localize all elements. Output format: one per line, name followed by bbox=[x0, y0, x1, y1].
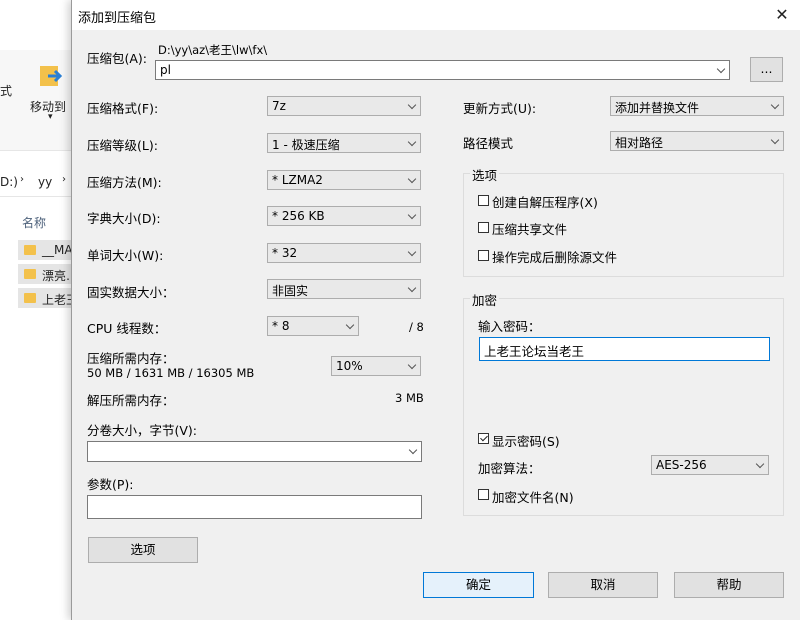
cpu-value: * 8 bbox=[272, 319, 290, 333]
chevron-down-icon bbox=[345, 320, 355, 330]
method-label: 压缩方法(M): bbox=[87, 175, 162, 190]
folder-icon bbox=[24, 293, 36, 303]
password-value: 上老王论坛当老王 bbox=[484, 344, 585, 359]
archive-path: D:\yy\az\老王\lw\fx\ bbox=[158, 43, 268, 57]
archive-label: 压缩包(A): bbox=[87, 51, 148, 66]
update-label: 更新方式(U): bbox=[463, 101, 537, 116]
shared-files-label[interactable]: 压缩共享文件 bbox=[492, 219, 567, 238]
close-icon[interactable]: ✕ bbox=[770, 3, 794, 27]
dict-select[interactable]: * 256 KB bbox=[267, 206, 421, 226]
chevron-down-icon bbox=[770, 135, 780, 145]
dict-value: * 256 KB bbox=[272, 209, 325, 223]
archive-name-value: pl bbox=[160, 63, 171, 77]
sfx-label[interactable]: 创建自解压程序(X) bbox=[492, 192, 598, 211]
add-to-archive-dialog: 添加到压缩包 ✕ 压缩包(A): D:\yy\az\老王\lw\fx\ pl .… bbox=[71, 0, 800, 620]
mem-decompress-label: 解压所需内存： bbox=[87, 393, 175, 408]
title-bar[interactable]: 添加到压缩包 ✕ bbox=[72, 0, 800, 30]
mem-percent-value: 10% bbox=[336, 359, 363, 373]
delete-source-checkbox[interactable] bbox=[478, 250, 489, 261]
path-mode-select[interactable]: 相对路径 bbox=[610, 131, 784, 151]
chevron-down-icon[interactable] bbox=[716, 64, 726, 74]
params-label: 参数(P): bbox=[87, 477, 134, 492]
format-value: 7z bbox=[272, 99, 286, 113]
delete-source-label[interactable]: 操作完成后删除源文件 bbox=[492, 247, 617, 266]
volume-size-combo[interactable] bbox=[87, 441, 422, 462]
mem-percent-select[interactable]: 10% bbox=[331, 356, 421, 376]
folder-icon bbox=[24, 269, 36, 279]
password-label: 输入密码： bbox=[478, 319, 541, 334]
dialog-title: 添加到压缩包 bbox=[78, 11, 157, 26]
password-input[interactable]: 上老王论坛当老王 bbox=[479, 337, 770, 361]
sfx-checkbox[interactable] bbox=[478, 195, 489, 206]
path-mode-value: 相对路径 bbox=[615, 136, 664, 150]
format-select[interactable]: 7z bbox=[267, 96, 421, 116]
encrypt-names-checkbox[interactable] bbox=[478, 489, 489, 500]
mem-compress-detail: 50 MB / 1631 MB / 16305 MB bbox=[87, 366, 255, 380]
method-value: * LZMA2 bbox=[272, 173, 323, 187]
chevron-down-icon[interactable] bbox=[408, 445, 418, 455]
dict-label: 字典大小(D): bbox=[87, 211, 161, 226]
update-value: 添加并替换文件 bbox=[615, 101, 700, 115]
options-group-title: 选项 bbox=[470, 165, 500, 184]
solid-select[interactable]: 非固实 bbox=[267, 279, 421, 299]
chevron-right-icon: › bbox=[20, 174, 24, 185]
chevron-down-icon bbox=[770, 100, 780, 110]
shared-files-checkbox[interactable] bbox=[478, 222, 489, 233]
chevron-down-icon bbox=[407, 247, 417, 257]
chevron-down-icon bbox=[407, 360, 417, 370]
encrypt-names-label[interactable]: 加密文件名(N) bbox=[492, 487, 574, 506]
mem-decompress-value: 3 MB bbox=[395, 391, 424, 405]
encryption-method-select[interactable]: AES-256 bbox=[651, 455, 769, 475]
word-select[interactable]: * 32 bbox=[267, 243, 421, 263]
file-name[interactable]: __MA bbox=[42, 243, 73, 257]
chevron-down-icon bbox=[407, 210, 417, 220]
column-header-name[interactable]: 名称 bbox=[22, 214, 46, 231]
cpu-max: / 8 bbox=[409, 320, 424, 334]
format-label: 压缩格式(F): bbox=[87, 101, 159, 116]
ok-button[interactable]: 确定 bbox=[423, 572, 534, 598]
show-password-label[interactable]: 显示密码(S) bbox=[492, 431, 560, 450]
chevron-right-icon: › bbox=[62, 174, 66, 185]
mem-compress-label: 压缩所需内存： bbox=[87, 351, 175, 366]
level-label: 压缩等级(L): bbox=[87, 138, 158, 153]
solid-value: 非固实 bbox=[272, 284, 309, 298]
encryption-method-label: 加密算法： bbox=[478, 461, 541, 476]
folder-icon bbox=[24, 245, 36, 255]
archive-name-combo[interactable]: pl bbox=[155, 60, 730, 80]
params-input[interactable] bbox=[87, 495, 422, 519]
cpu-label: CPU 线程数： bbox=[87, 321, 167, 336]
ribbon-partial-label: 式 bbox=[0, 84, 13, 98]
solid-label: 固实数据大小： bbox=[87, 285, 175, 300]
chevron-down-icon bbox=[407, 137, 417, 147]
volume-label: 分卷大小，字节(V): bbox=[87, 423, 198, 438]
word-value: * 32 bbox=[272, 246, 298, 260]
cpu-select[interactable]: * 8 bbox=[267, 316, 359, 336]
path-mode-label: 路径模式 bbox=[463, 136, 514, 151]
address-drive[interactable]: D:) bbox=[0, 175, 18, 189]
browse-button[interactable]: ... bbox=[750, 57, 783, 82]
chevron-down-icon bbox=[755, 459, 765, 469]
help-button[interactable]: 帮助 bbox=[674, 572, 784, 598]
chevron-down-icon bbox=[407, 174, 417, 184]
chevron-down-icon bbox=[407, 283, 417, 293]
options-button[interactable]: 选项 bbox=[88, 537, 198, 563]
move-to-icon[interactable] bbox=[38, 62, 64, 90]
update-select[interactable]: 添加并替换文件 bbox=[610, 96, 784, 116]
show-password-checkbox[interactable] bbox=[478, 433, 489, 444]
move-to-dropdown-icon[interactable]: ▾ bbox=[48, 112, 53, 122]
chevron-down-icon bbox=[407, 100, 417, 110]
word-label: 单词大小(W): bbox=[87, 248, 164, 263]
encryption-group-title: 加密 bbox=[470, 290, 500, 309]
address-folder[interactable]: yy bbox=[38, 175, 52, 189]
level-value: 1 - 极速压缩 bbox=[272, 138, 340, 152]
encryption-method-value: AES-256 bbox=[656, 458, 707, 472]
level-select[interactable]: 1 - 极速压缩 bbox=[267, 133, 421, 153]
cancel-button[interactable]: 取消 bbox=[548, 572, 658, 598]
method-select[interactable]: * LZMA2 bbox=[267, 170, 421, 190]
